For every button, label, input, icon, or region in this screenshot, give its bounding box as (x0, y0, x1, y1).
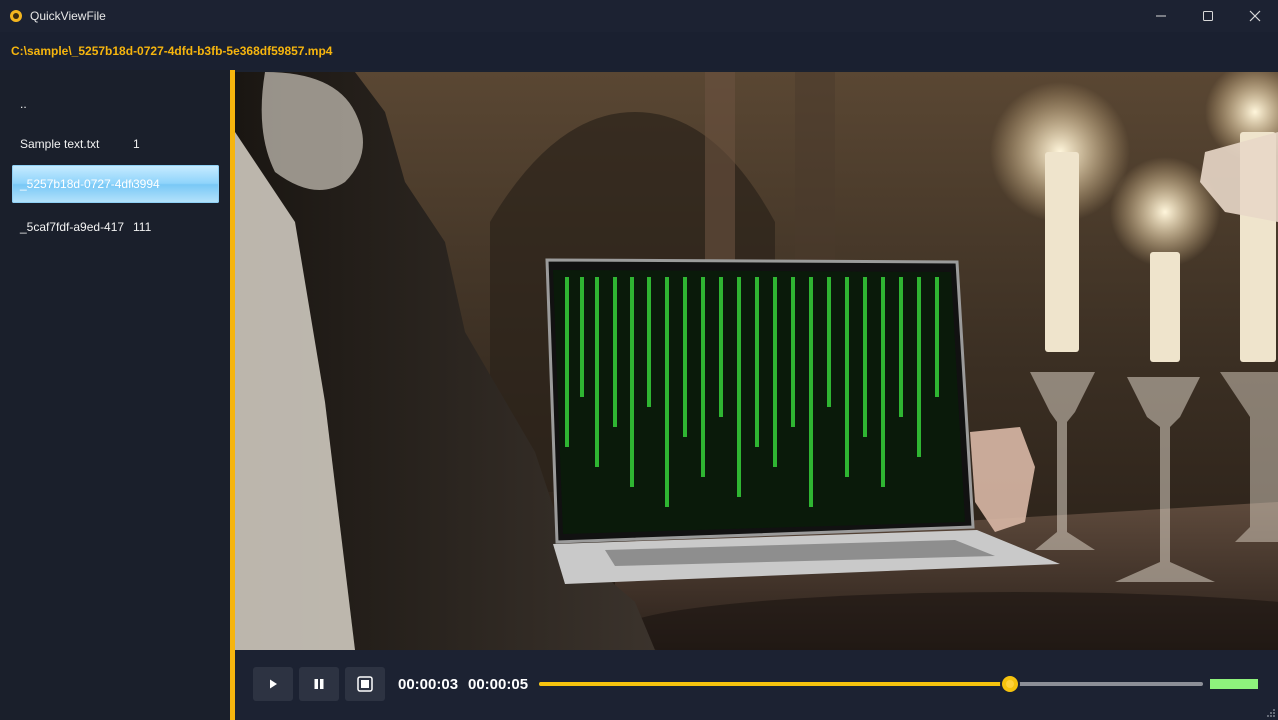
volume-bar[interactable] (1210, 679, 1258, 689)
play-button[interactable] (253, 667, 293, 701)
close-icon (1249, 10, 1260, 22)
file-size: 111 (133, 220, 152, 234)
file-name: .. (20, 97, 27, 111)
list-item-parent-folder[interactable]: .. (12, 85, 219, 123)
file-name: _5257b18d-0727-4dfd-b3fb-5e368df59857.mp… (20, 177, 133, 191)
pause-button[interactable] (299, 667, 339, 701)
total-time: 00:00:05 (468, 676, 529, 693)
maximize-icon (1202, 11, 1213, 21)
title-bar: QuickViewFile (0, 0, 1278, 32)
file-size: 3994 (133, 177, 160, 191)
file-name: _5caf7fdf-a9ed-417 (20, 220, 125, 234)
maximize-button[interactable] (1184, 0, 1231, 32)
app-logo-icon (10, 10, 22, 22)
current-file-path: C:\sample\_5257b18d-0727-4dfd-b3fb-5e368… (11, 44, 333, 58)
file-list[interactable]: .. Sample text.txt 1 _5257b18d-0727-4dfd… (0, 70, 230, 720)
list-item-file[interactable]: _5caf7fdf-a9ed-417 111 (12, 208, 219, 246)
volume-bar-fill (1210, 679, 1258, 689)
list-item-video-selected[interactable]: _5257b18d-0727-4dfd-b3fb-5e368df59857.mp… (12, 165, 219, 203)
player-controls: 00:00:03 00:00:05 (235, 650, 1278, 720)
file-size: 1 (133, 137, 140, 151)
play-icon (270, 679, 277, 689)
window-title: QuickViewFile (30, 9, 106, 23)
minimize-icon (1155, 15, 1166, 17)
stop-icon (357, 676, 373, 692)
minimize-button[interactable] (1137, 0, 1184, 32)
video-frame-image (235, 72, 1278, 650)
stop-button[interactable] (345, 667, 385, 701)
current-time: 00:00:03 (398, 676, 459, 693)
close-button[interactable] (1231, 0, 1278, 32)
window-controls (1137, 0, 1278, 32)
resize-grip-icon[interactable] (1266, 708, 1276, 718)
pause-icon (314, 679, 324, 689)
path-bar: C:\sample\_5257b18d-0727-4dfd-b3fb-5e368… (0, 32, 1278, 70)
video-display[interactable] (235, 72, 1278, 650)
seek-slider[interactable] (539, 676, 1203, 692)
file-name: Sample text.txt (20, 137, 100, 151)
list-item-sample-text[interactable]: Sample text.txt 1 (12, 125, 219, 163)
seek-slider-thumb[interactable] (1002, 676, 1019, 692)
seek-slider-fill (539, 682, 1011, 686)
